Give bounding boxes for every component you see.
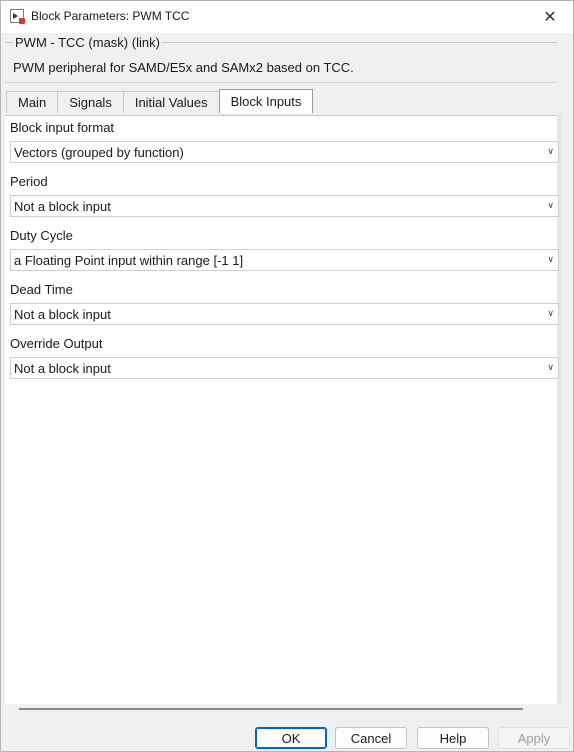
label-duty-cycle: Duty Cycle xyxy=(10,228,73,243)
help-button[interactable]: Help xyxy=(417,727,489,749)
select-value: a Floating Point input within range [-1 … xyxy=(14,252,244,268)
select-value: Not a block input xyxy=(14,198,111,214)
label-period: Period xyxy=(10,174,48,189)
simulink-block-icon xyxy=(10,9,25,24)
label-override-output: Override Output xyxy=(10,336,103,351)
horizontal-scrollbar[interactable] xyxy=(19,708,523,710)
window-title: Block Parameters: PWM TCC xyxy=(31,9,190,23)
chevron-down-icon: ∨ xyxy=(547,200,554,210)
cancel-button[interactable]: Cancel xyxy=(335,727,407,749)
select-value: Not a block input xyxy=(14,360,111,376)
tab-signals[interactable]: Signals xyxy=(57,91,124,113)
select-duty-cycle[interactable]: a Floating Point input within range [-1 … xyxy=(10,249,559,271)
select-block-input-format[interactable]: Vectors (grouped by function) ∨ xyxy=(10,141,559,163)
chevron-down-icon: ∨ xyxy=(547,146,554,156)
ok-button[interactable]: OK xyxy=(255,727,327,749)
label-dead-time: Dead Time xyxy=(10,282,73,297)
close-button[interactable]: ✕ xyxy=(527,1,573,33)
close-icon: ✕ xyxy=(543,9,557,26)
title-bar: Block Parameters: PWM TCC ✕ xyxy=(1,1,573,33)
divider xyxy=(5,82,557,83)
select-value: Vectors (grouped by function) xyxy=(14,144,184,160)
chevron-down-icon: ∨ xyxy=(547,308,554,318)
tab-main[interactable]: Main xyxy=(6,91,59,113)
apply-button[interactable]: Apply xyxy=(498,727,570,749)
tab-block-inputs[interactable]: Block Inputs xyxy=(218,89,314,113)
mask-description: PWM peripheral for SAMD/E5x and SAMx2 ba… xyxy=(13,60,354,75)
chevron-down-icon: ∨ xyxy=(547,362,554,372)
mask-title: PWM - TCC (mask) (link) xyxy=(13,35,162,50)
chevron-down-icon: ∨ xyxy=(547,254,554,264)
select-period[interactable]: Not a block input ∨ xyxy=(10,195,559,217)
label-block-input-format: Block input format xyxy=(10,120,115,135)
select-value: Not a block input xyxy=(14,306,111,322)
select-dead-time[interactable]: Not a block input ∨ xyxy=(10,303,559,325)
tab-bar: Main Signals Initial Values Block Inputs xyxy=(6,89,314,115)
select-override-output[interactable]: Not a block input ∨ xyxy=(10,357,559,379)
tab-initial-values[interactable]: Initial Values xyxy=(122,91,220,113)
dialog-window: Block Parameters: PWM TCC ✕ PWM - TCC (m… xyxy=(0,0,574,752)
